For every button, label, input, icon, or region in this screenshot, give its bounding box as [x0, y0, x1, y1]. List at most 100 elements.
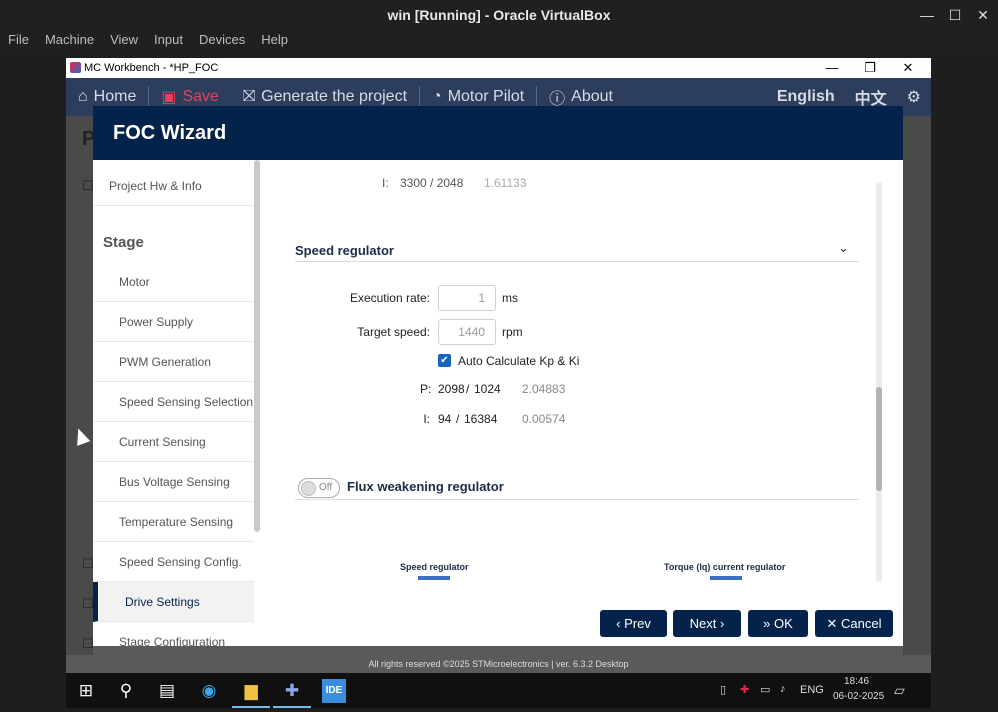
next-button[interactable]: Next ›	[673, 610, 741, 637]
host-maximize-icon[interactable]: ☐	[940, 0, 970, 30]
i-gain-value: 0.00574	[522, 412, 566, 426]
cancel-button[interactable]: ✕ Cancel	[815, 610, 893, 637]
sidebar-item-power-supply[interactable]: Power Supply	[93, 302, 254, 342]
stm32-ide-icon[interactable]: IDE	[322, 679, 346, 703]
prev-i-label: I:	[382, 176, 389, 190]
background-checkbox-icon: ☐	[82, 636, 94, 651]
chevron-down-icon[interactable]: ⌄	[838, 240, 849, 256]
home-icon: ⌂	[78, 88, 88, 105]
wizard-title: FOC Wizard	[93, 106, 903, 160]
background-overlay-left: P ☐ ☐ ☐ ☐	[66, 116, 95, 673]
diagram-speed-regulator-indicator	[418, 576, 450, 580]
windows-taskbar: ⊞ ⚲ ▤ ◉ ▆ ✚ IDE ▯ ✚ ▭ ♪ ENG 18:46 06-02-…	[66, 673, 931, 708]
section-divider	[295, 499, 859, 500]
chevron-right-icon: ›	[720, 616, 725, 631]
network-tray-icon[interactable]: ▭	[760, 683, 770, 696]
double-chevron-icon: »	[763, 616, 771, 631]
clock-date[interactable]: 06-02-2025	[833, 691, 884, 702]
save-icon: ▣	[161, 89, 177, 106]
active-app-indicator	[273, 706, 311, 708]
p-gain-value: 2.04883	[522, 382, 566, 396]
target-speed-input[interactable]: 1440	[438, 319, 496, 345]
mc-minimize-icon[interactable]: —	[813, 58, 851, 78]
sidebar-item-stage-configuration[interactable]: Stage Configuration	[93, 622, 254, 646]
p-gain-denominator: 1024	[474, 382, 501, 396]
sidebar-stage-heading: Stage	[103, 234, 144, 251]
auto-calculate-checkbox[interactable]: ✔	[438, 354, 451, 367]
lang-english-button[interactable]: English	[767, 88, 845, 106]
windows-start-icon[interactable]: ⊞	[74, 679, 98, 703]
file-explorer-icon[interactable]: ▆	[239, 679, 263, 703]
sidebar-item-bus-voltage-sensing[interactable]: Bus Voltage Sensing	[93, 462, 254, 502]
toggle-knob	[301, 481, 316, 496]
mc-restore-icon[interactable]: ❐	[851, 58, 889, 78]
sidebar-item-speed-sensing-selection[interactable]: Speed Sensing Selection	[93, 382, 254, 422]
i-gain-denominator: 16384	[464, 412, 498, 426]
volume-tray-icon[interactable]: ♪	[780, 683, 786, 695]
execution-rate-input[interactable]: 1	[438, 285, 496, 311]
ok-button[interactable]: » OK	[748, 610, 808, 637]
task-view-icon[interactable]: ▤	[155, 679, 179, 703]
host-menu-devices[interactable]: Devices	[191, 30, 253, 50]
host-menu-help[interactable]: Help	[253, 30, 296, 50]
sidebar-item-speed-sensing-config[interactable]: Speed Sensing Config.	[93, 542, 254, 582]
host-minimize-icon[interactable]: —	[912, 0, 942, 30]
host-menu-input[interactable]: Input	[146, 30, 191, 50]
guest-screen: MC Workbench - *HP_FOC — ❐ ✕ ⌂ Home ▣ Sa…	[66, 58, 931, 673]
content-scrollbar[interactable]	[876, 182, 882, 582]
diagram-speed-regulator-label[interactable]: Speed regulator	[400, 562, 469, 572]
sidebar-item-project-hw[interactable]: Project Hw & Info	[93, 160, 254, 206]
host-menu-bar: File Machine View Input Devices Help	[0, 30, 998, 50]
host-menu-machine[interactable]: Machine	[37, 30, 102, 50]
mc-logo-icon	[70, 62, 81, 73]
diagram-torque-regulator-label[interactable]: Torque (Iq) current regulator	[664, 562, 785, 572]
prev-i-value: 1.61133	[484, 176, 527, 190]
mc-close-icon[interactable]: ✕	[889, 58, 927, 78]
i-gain-slash: /	[456, 412, 460, 426]
i-gain-numerator: 94	[438, 412, 452, 426]
wizard-sidebar: Project Hw & Info Stage Motor Power Supp…	[93, 160, 254, 646]
security-tray-icon[interactable]: ✚	[740, 683, 749, 696]
execution-rate-label: Execution rate:	[349, 291, 430, 305]
gift-icon: ⛝	[242, 88, 256, 105]
gauge-icon: ◔	[432, 88, 442, 105]
content-scrollbar-thumb[interactable]	[876, 387, 882, 491]
language-indicator[interactable]: ENG	[800, 684, 824, 696]
mc-window-title: MC Workbench - *HP_FOC	[66, 58, 931, 78]
host-menu-file[interactable]: File	[0, 30, 37, 50]
settings-gear-icon[interactable]: ⚙	[897, 87, 931, 107]
prev-button[interactable]: ‹ Prev	[600, 610, 667, 637]
active-app-indicator	[232, 706, 270, 708]
sidebar-item-pwm-generation[interactable]: PWM Generation	[93, 342, 254, 382]
background-overlay-right	[903, 116, 931, 673]
section-divider	[295, 261, 859, 262]
toggle-state-text: Off	[319, 482, 333, 493]
mc-workbench-app-icon[interactable]: ✚	[280, 679, 304, 703]
edge-browser-icon[interactable]: ◉	[197, 679, 221, 703]
chevron-left-icon: ‹	[616, 616, 621, 631]
host-close-icon[interactable]: ✕	[968, 0, 998, 30]
notification-icon[interactable]: ▱	[894, 682, 905, 699]
background-checkbox-icon: ☐	[82, 556, 94, 571]
flux-weakening-toggle[interactable]: Off	[298, 478, 340, 498]
prev-i-ratio: 3300 / 2048	[400, 176, 464, 190]
search-icon[interactable]: ⚲	[114, 679, 138, 703]
p-gain-slash: /	[466, 382, 470, 396]
sidebar-item-motor[interactable]: Motor	[93, 262, 254, 302]
usb-tray-icon[interactable]: ▯	[720, 683, 726, 696]
foc-wizard-dialog: FOC Wizard Project Hw & Info Stage Motor…	[93, 106, 903, 646]
auto-calculate-label: Auto Calculate Kp & Ki	[458, 354, 580, 368]
sidebar-item-temperature-sensing[interactable]: Temperature Sensing	[93, 502, 254, 542]
background-checkbox-icon: ☐	[82, 178, 94, 193]
wizard-content: I: 3300 / 2048 1.61133 Speed regulator ⌄…	[260, 160, 903, 608]
clock-time[interactable]: 18:46	[844, 676, 869, 687]
close-icon: ✕	[826, 616, 838, 631]
p-gain-numerator: 2098	[438, 382, 465, 396]
sidebar-item-current-sensing[interactable]: Current Sensing	[93, 422, 254, 462]
i-gain-label: I:	[423, 412, 430, 426]
host-menu-view[interactable]: View	[102, 30, 146, 50]
sidebar-item-drive-settings[interactable]: Drive Settings	[93, 582, 254, 622]
flux-weakening-title: Flux weakening regulator	[347, 479, 504, 494]
target-speed-label: Target speed:	[357, 325, 430, 339]
mc-footer-copyright: All rights reserved ©2025 STMicroelectro…	[66, 655, 931, 673]
